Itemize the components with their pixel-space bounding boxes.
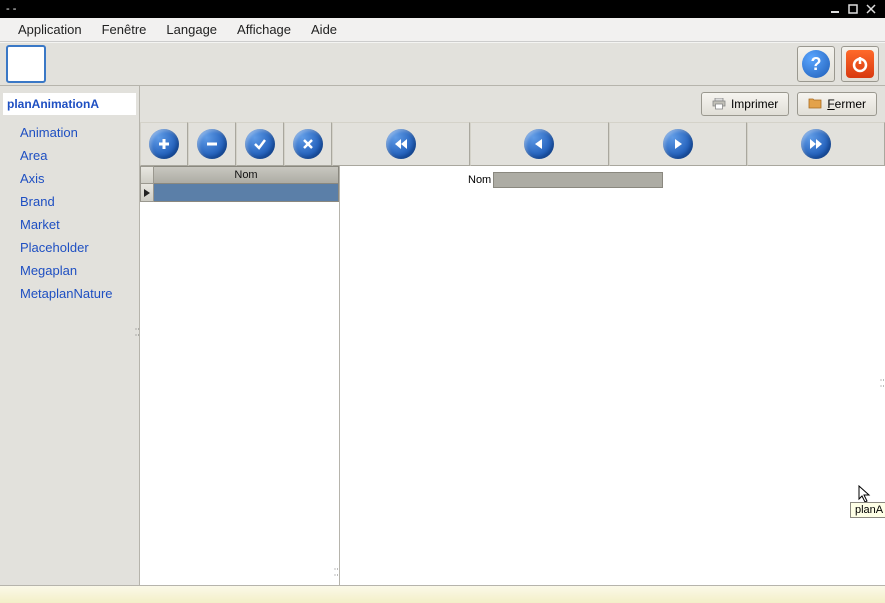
add-button[interactable] (149, 129, 179, 159)
nom-input[interactable] (493, 172, 663, 188)
tooltip-text: planA (855, 504, 883, 516)
sidebar-item-animation[interactable]: Animation (0, 121, 139, 144)
sidebar: planAnimationA Animation Area Axis Brand… (0, 86, 140, 585)
print-label: Imprimer (731, 97, 778, 111)
new-document-button[interactable] (6, 45, 46, 83)
minimize-button[interactable] (827, 2, 843, 16)
menu-application[interactable]: Application (8, 19, 92, 40)
window-titlebar: - - (0, 0, 885, 18)
form-row-nom: Nom (468, 172, 877, 188)
row-selector-icon[interactable] (140, 184, 154, 202)
first-button[interactable] (386, 129, 416, 159)
action-bar: Imprimer Fermer (140, 86, 885, 122)
menu-aide[interactable]: Aide (301, 19, 347, 40)
sidebar-item-area[interactable]: Area (0, 144, 139, 167)
window-controls (827, 2, 879, 16)
menu-langage[interactable]: Langage (156, 19, 227, 40)
last-button[interactable] (801, 129, 831, 159)
sidebar-item-placeholder[interactable]: Placeholder (0, 236, 139, 259)
menubar: Application Fenêtre Langage Affichage Ai… (0, 18, 885, 42)
sidebar-title: planAnimationA (3, 93, 136, 115)
form-panel: Nom ⋮⋮ (340, 166, 885, 585)
prev-button[interactable] (524, 129, 554, 159)
power-icon (846, 50, 874, 78)
quit-button[interactable] (841, 46, 879, 82)
form-gripper-icon[interactable]: ⋮⋮ (879, 376, 885, 388)
form-label-nom: Nom (468, 174, 491, 186)
main-panel: Imprimer Fermer (140, 86, 885, 585)
confirm-button[interactable] (245, 129, 275, 159)
window-title: - - (6, 3, 827, 15)
main-toolbar: ? (0, 42, 885, 86)
sidebar-item-axis[interactable]: Axis (0, 167, 139, 190)
next-button[interactable] (663, 129, 693, 159)
maximize-button[interactable] (845, 2, 861, 16)
table-corner[interactable] (140, 166, 154, 184)
help-icon: ? (802, 50, 830, 78)
sidebar-item-brand[interactable]: Brand (0, 190, 139, 213)
printer-icon (712, 98, 726, 110)
cancel-button[interactable] (293, 129, 323, 159)
menu-affichage[interactable]: Affichage (227, 19, 301, 40)
record-toolbar (140, 122, 885, 166)
nav-tools (332, 122, 885, 166)
close-panel-button[interactable]: Fermer (797, 92, 877, 116)
statusbar (0, 585, 885, 603)
close-button[interactable] (863, 2, 879, 16)
close-label: Fermer (827, 97, 866, 111)
sidebar-item-megaplan[interactable]: Megaplan (0, 259, 139, 282)
table-cell-nom[interactable] (154, 184, 339, 202)
body-area: planAnimationA Animation Area Axis Brand… (0, 86, 885, 585)
sidebar-item-metaplannature[interactable]: MetaplanNature (0, 282, 139, 305)
cursor-icon (858, 485, 872, 503)
remove-button[interactable] (197, 129, 227, 159)
sidebar-item-market[interactable]: Market (0, 213, 139, 236)
folder-icon (808, 97, 822, 112)
tooltip: planA (850, 502, 885, 518)
table-header: Nom (140, 166, 339, 184)
menu-fenetre[interactable]: Fenêtre (92, 19, 157, 40)
content-row: Nom ⋮⋮ Nom ⋮⋮ (140, 166, 885, 585)
print-button[interactable]: Imprimer (701, 92, 789, 116)
table-header-nom[interactable]: Nom (154, 166, 339, 184)
table-row[interactable] (140, 184, 339, 202)
edit-tools (140, 122, 332, 166)
table-panel: Nom ⋮⋮ (140, 166, 340, 585)
help-button[interactable]: ? (797, 46, 835, 82)
